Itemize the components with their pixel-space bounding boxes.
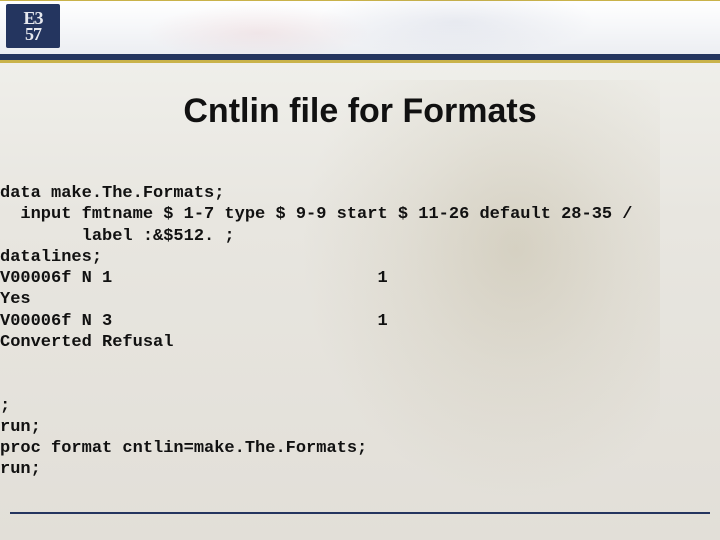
footer-rule [10,512,710,514]
logo-bottom: 57 [25,26,41,42]
logo-text: E3 57 [23,10,42,42]
header-flag-wash [60,0,720,54]
slide-title: Cntlin file for Formats [0,92,720,131]
header-bar: E3 57 [0,0,720,60]
code-block: data make.The.Formats; input fmtname $ 1… [0,183,700,481]
slide: E3 57 Cntlin file for Formats data make.… [0,0,720,540]
logo-badge: E3 57 [6,4,60,48]
